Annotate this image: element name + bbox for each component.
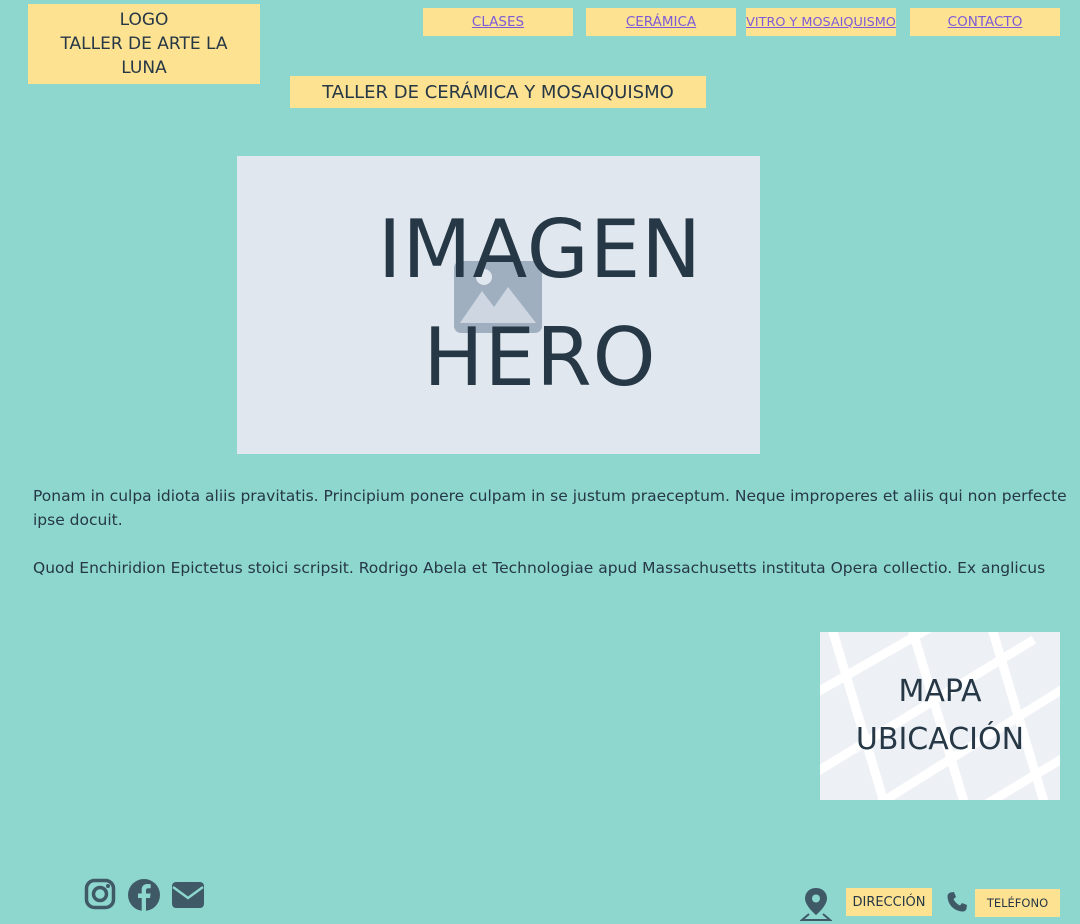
address-label: DIRECCIÓN (846, 888, 932, 916)
phone-label: TELÉFONO (975, 889, 1060, 917)
paragraph-2: Quod Enchiridion Epictetus stoici scrips… (33, 559, 1046, 577)
body-text: Ponam in culpa idiota aliis pravitatis. … (33, 484, 1068, 604)
page: LOGO TALLER DE ARTE LA LUNA CLASES CERÁM… (0, 0, 1080, 924)
map-caption: MAPA UBICACIÓN (820, 668, 1060, 764)
nav-link-vitro-mosaiquismo[interactable]: VITRO Y MOSAIQUISMO (746, 8, 896, 36)
mail-icon[interactable] (170, 878, 206, 910)
nav-link-clases[interactable]: CLASES (423, 8, 573, 36)
instagram-icon[interactable] (84, 878, 116, 910)
logo-line-1: LOGO (119, 10, 169, 30)
logo-line-3: LUNA (121, 58, 167, 78)
map-caption-line-1: MAPA (898, 674, 982, 709)
hero-caption-line-1: IMAGEN (377, 203, 703, 296)
phone-icon (947, 892, 967, 912)
logo-line-2: TALLER DE ARTE LA (60, 34, 228, 54)
hero-caption-line-2: HERO (423, 311, 657, 404)
paragraph-1: Ponam in culpa idiota aliis pravitatis. … (33, 487, 1067, 529)
nav-link-ceramica[interactable]: CERÁMICA (586, 8, 736, 36)
facebook-icon[interactable] (127, 878, 161, 912)
nav-link-contacto[interactable]: CONTACTO (910, 8, 1060, 36)
page-title: TALLER DE CERÁMICA Y MOSAIQUISMO (290, 76, 706, 108)
location-pin-icon (800, 888, 832, 921)
logo[interactable]: LOGO TALLER DE ARTE LA LUNA (28, 4, 260, 84)
map-caption-line-2: UBICACIÓN (855, 722, 1025, 757)
hero-caption: IMAGEN HERO (0, 196, 1080, 412)
